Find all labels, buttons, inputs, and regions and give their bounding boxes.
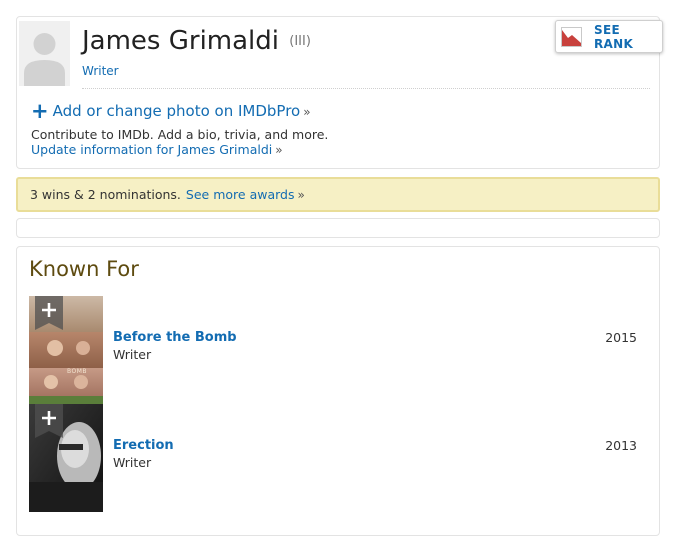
awards-summary: 3 wins & 2 nominations.: [30, 187, 181, 202]
rank-chart-icon: [561, 26, 582, 47]
contribute-text: Contribute to IMDb. Add a bio, trivia, a…: [31, 127, 329, 142]
known-for-heading: Known For: [29, 257, 139, 281]
raquo-icon: »: [303, 105, 311, 119]
add-photo-label: Add or change photo on IMDbPro: [52, 102, 301, 120]
known-for-role: Writer: [113, 455, 152, 470]
known-for-title-link[interactable]: Erection: [113, 438, 174, 453]
awards-bar: 3 wins & 2 nominations. See more awards»: [16, 177, 660, 212]
poster-text: BOMB: [67, 368, 88, 375]
update-information-link[interactable]: Update information for James Grimaldi»: [31, 142, 283, 157]
known-for-year: 2013: [605, 438, 637, 453]
known-for-role: Writer: [113, 347, 152, 362]
name-suffix: (III): [289, 34, 311, 49]
known-for-item: Erection Writer 2013: [29, 404, 649, 512]
known-for-title-link[interactable]: Before the Bomb: [113, 330, 237, 345]
person-header-card: James Grimaldi (III) Writer SEE RANK + Ad…: [16, 16, 663, 169]
avatar-placeholder-icon[interactable]: [19, 21, 70, 86]
raquo-icon: »: [275, 143, 283, 157]
known-for-item: BOMB Before the Bomb Writer 2015: [29, 296, 649, 404]
add-to-watchlist-ribbon-icon[interactable]: [35, 296, 63, 330]
known-for-year: 2015: [605, 330, 637, 345]
empty-section: [16, 218, 660, 238]
person-name: James Grimaldi: [82, 26, 280, 56]
divider: [82, 88, 650, 89]
see-rank-button[interactable]: SEE RANK: [555, 20, 663, 53]
known-for-section: Known For BOMB Before the Bomb Writer 20…: [16, 246, 660, 536]
raquo-icon: »: [297, 188, 305, 202]
see-more-awards-link[interactable]: See more awards»: [186, 187, 305, 202]
see-rank-label: SEE RANK: [594, 22, 634, 51]
add-photo-link[interactable]: + Add or change photo on IMDbPro»: [31, 99, 311, 123]
update-information-label: Update information for James Grimaldi: [31, 142, 273, 157]
page-title: James Grimaldi (III): [82, 26, 311, 56]
add-to-watchlist-ribbon-icon[interactable]: [35, 404, 63, 438]
see-more-awards-label: See more awards: [185, 187, 295, 202]
role-link[interactable]: Writer: [82, 64, 119, 78]
plus-icon: +: [31, 99, 49, 123]
